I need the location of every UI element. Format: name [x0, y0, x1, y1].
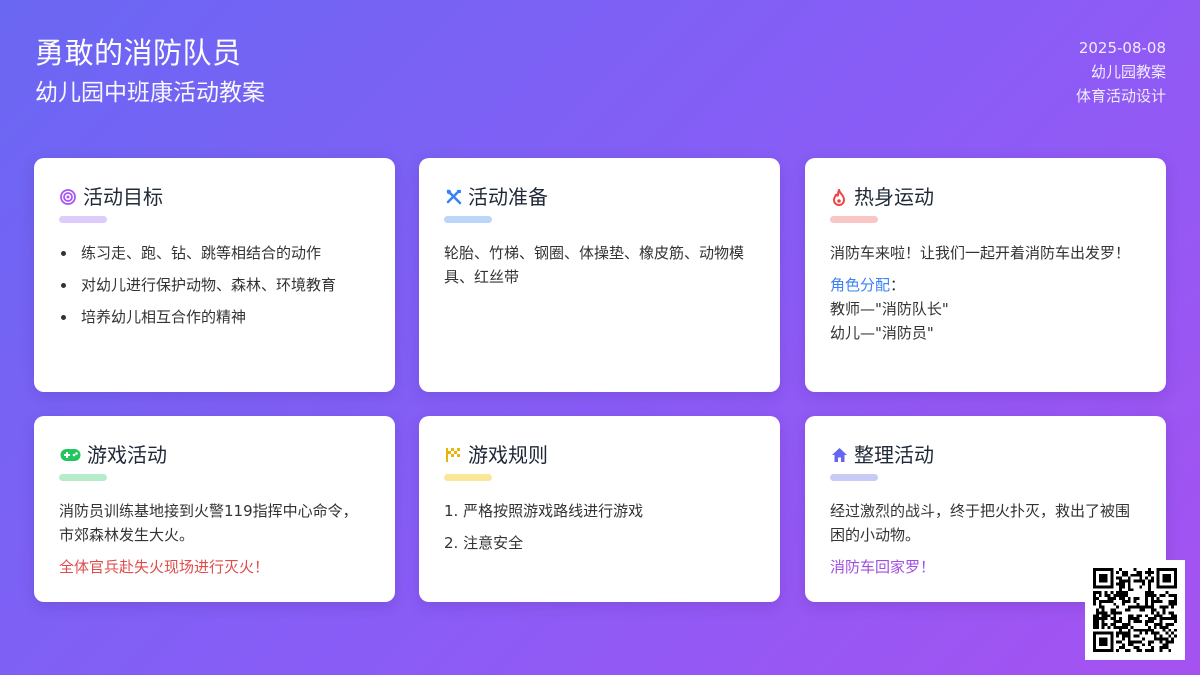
- card-wrapup-header: 整理活动: [830, 442, 1141, 468]
- goals-list: 练习走、跑、钻、跳等相结合的动作 对幼儿进行保护动物、森林、环境教育 培养幼儿相…: [59, 241, 370, 329]
- tools-icon: [444, 188, 462, 206]
- meta-category: 幼儿园教案: [1090, 63, 1166, 81]
- list-item: 1. 严格按照游戏路线进行游戏: [444, 502, 644, 520]
- card-rules: 游戏规则 1. 严格按照游戏路线进行游戏 2. 注意安全: [419, 416, 780, 602]
- game-highlight: 全体官兵赴失火现场进行灭火！: [59, 558, 270, 576]
- card-goals: 活动目标 练习走、跑、钻、跳等相结合的动作 对幼儿进行保护动物、森林、环境教育 …: [34, 158, 395, 392]
- card-warmup-title: 热身运动: [854, 185, 934, 209]
- card-rules-title: 游戏规则: [468, 443, 548, 467]
- card-wrapup-bar: [830, 474, 878, 481]
- list-item: 对幼儿进行保护动物、森林、环境教育: [59, 273, 370, 297]
- prep-text: 轮胎、竹梯、钢圈、体操垫、橡皮筋、动物模具、红丝带: [444, 244, 745, 286]
- card-goals-title: 活动目标: [83, 185, 163, 209]
- warmup-text: 消防车来啦！让我们一起开着消防车出发罗！: [830, 244, 1131, 262]
- list-item: 练习走、跑、钻、跳等相结合的动作: [59, 241, 370, 265]
- card-game-bar: [59, 474, 107, 481]
- card-game: 游戏活动 消防员训练基地接到火警119指挥中心命令，市郊森林发生大火。 全体官兵…: [34, 416, 395, 602]
- game-text: 消防员训练基地接到火警119指挥中心命令，市郊森林发生大火。: [59, 502, 358, 544]
- roles-label: 角色分配: [830, 276, 891, 294]
- card-prep-title: 活动准备: [468, 185, 548, 209]
- meta-info: 2025-08-08 幼儿园教案 体育活动设计: [1076, 36, 1166, 108]
- card-warmup: 热身运动 消防车来啦！让我们一起开着消防车出发罗！ 角色分配： 教师—"消防队长…: [805, 158, 1166, 392]
- card-goals-header: 活动目标: [59, 184, 370, 210]
- card-prep-header: 活动准备: [444, 184, 755, 210]
- wrapup-text: 经过激烈的战斗，终于把火扑灭，救出了被围困的小动物。: [830, 502, 1131, 544]
- header: 勇敢的消防队员 幼儿园中班康活动教案: [35, 34, 265, 109]
- card-warmup-header: 热身运动: [830, 184, 1141, 210]
- card-game-header: 游戏活动: [59, 442, 370, 468]
- list-item: 2. 注意安全: [444, 534, 524, 552]
- page-title: 勇敢的消防队员: [35, 36, 242, 70]
- role-teacher: 教师—"消防队长": [830, 300, 949, 318]
- meta-type: 体育活动设计: [1075, 87, 1166, 105]
- list-item: 培养幼儿相互合作的精神: [59, 305, 370, 329]
- card-warmup-bar: [830, 216, 878, 223]
- card-rules-header: 游戏规则: [444, 442, 755, 468]
- flag-icon: [444, 446, 462, 464]
- card-wrapup-title: 整理活动: [854, 443, 934, 467]
- page-subtitle: 幼儿园中班康活动教案: [35, 80, 265, 106]
- fire-icon: [830, 188, 848, 206]
- home-icon: [830, 446, 848, 464]
- card-game-title: 游戏活动: [87, 443, 167, 467]
- game-body: 消防员训练基地接到火警119指挥中心命令，市郊森林发生大火。 全体官兵赴失火现场…: [59, 499, 370, 579]
- card-prep-bar: [444, 216, 492, 223]
- warmup-body: 消防车来啦！让我们一起开着消防车出发罗！ 角色分配： 教师—"消防队长" 幼儿—…: [830, 241, 1141, 345]
- qr-code-icon[interactable]: [1085, 560, 1185, 660]
- card-prep: 活动准备 轮胎、竹梯、钢圈、体操垫、橡皮筋、动物模具、红丝带: [419, 158, 780, 392]
- roles-heading: 角色分配：: [830, 273, 1141, 297]
- roles-colon: ：: [890, 276, 906, 294]
- role-children: 幼儿—"消防员": [830, 324, 934, 342]
- qr-code-graphic: [1093, 568, 1177, 652]
- rules-list: 1. 严格按照游戏路线进行游戏 2. 注意安全: [444, 499, 755, 555]
- gamepad-icon: [59, 446, 81, 464]
- card-rules-bar: [444, 474, 492, 481]
- target-icon: [59, 188, 77, 206]
- meta-date: 2025-08-08: [1078, 39, 1166, 57]
- card-goals-bar: [59, 216, 107, 223]
